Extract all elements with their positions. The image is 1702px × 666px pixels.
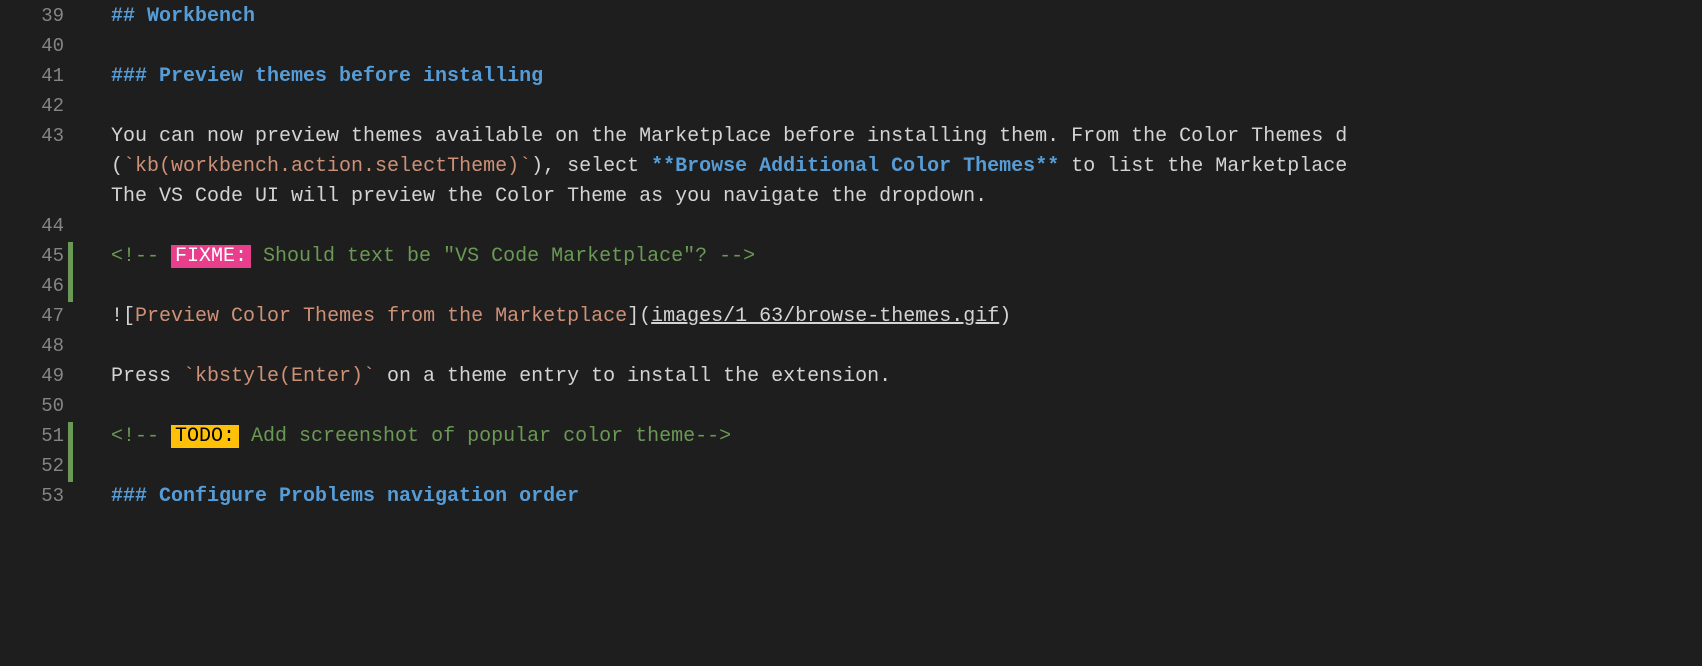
gutter-marker-modified (68, 422, 73, 452)
line-number: 47 (0, 302, 68, 331)
html-comment: <!-- FIXME: Should text be "VS Code Mark… (111, 242, 755, 272)
line-number: 48 (0, 332, 68, 361)
gutter-marker (68, 482, 73, 512)
line-number: 44 (0, 212, 68, 241)
gutter-marker-modified (68, 242, 73, 272)
editor-line[interactable]: 40 (0, 32, 1702, 62)
editor-line[interactable]: 53 ### Configure Problems navigation ord… (0, 482, 1702, 512)
markdown-heading-3: ### Configure Problems navigation order (111, 482, 579, 512)
line-number: 53 (0, 482, 68, 511)
markdown-bold: **Browse Additional Color Themes** (651, 155, 1059, 178)
paragraph-text: You can now preview themes available on … (111, 122, 1347, 152)
line-number: 42 (0, 92, 68, 121)
editor-line[interactable]: 48 (0, 332, 1702, 362)
editor-line[interactable]: 51 <!-- TODO: Add screenshot of popular … (0, 422, 1702, 452)
gutter-marker (68, 2, 73, 32)
editor-line[interactable]: 46 (0, 272, 1702, 302)
paragraph-text: (`kb(workbench.action.selectTheme)`), se… (111, 152, 1347, 182)
gutter-marker (68, 152, 73, 182)
code-editor[interactable]: 39 ## Workbench 40 41 ### Preview themes… (0, 0, 1702, 512)
inline-code: `kb(workbench.action.selectTheme)` (123, 155, 531, 178)
line-number: 40 (0, 32, 68, 61)
gutter-marker (68, 362, 73, 392)
gutter-marker (68, 62, 73, 92)
editor-line[interactable]: 49 Press `kbstyle(Enter)` on a theme ent… (0, 362, 1702, 392)
line-number: 49 (0, 362, 68, 391)
gutter-marker (68, 182, 73, 212)
line-number: 46 (0, 272, 68, 301)
editor-line[interactable]: 47 ![Preview Color Themes from the Marke… (0, 302, 1702, 332)
line-number: 41 (0, 62, 68, 91)
line-number: 50 (0, 392, 68, 421)
editor-line[interactable]: 41 ### Preview themes before installing (0, 62, 1702, 92)
editor-line[interactable]: 52 (0, 452, 1702, 482)
gutter-marker-modified (68, 272, 73, 302)
markdown-image: ![Preview Color Themes from the Marketpl… (111, 302, 1011, 332)
gutter-marker (68, 212, 73, 242)
gutter-marker (68, 122, 73, 152)
line-number: 51 (0, 422, 68, 451)
gutter-marker (68, 392, 73, 422)
fixme-tag: FIXME: (171, 245, 251, 268)
editor-line[interactable]: 44 (0, 212, 1702, 242)
editor-line[interactable]: 39 ## Workbench (0, 2, 1702, 32)
editor-line-wrap[interactable]: (`kb(workbench.action.selectTheme)`), se… (0, 152, 1702, 182)
editor-line[interactable]: 45 <!-- FIXME: Should text be "VS Code M… (0, 242, 1702, 272)
html-comment: <!-- TODO: Add screenshot of popular col… (111, 422, 731, 452)
gutter-marker-modified (68, 452, 73, 482)
markdown-heading-2: ## Workbench (111, 2, 255, 32)
gutter-marker (68, 302, 73, 332)
editor-line[interactable]: 42 (0, 92, 1702, 122)
todo-tag: TODO: (171, 425, 239, 448)
gutter-marker (68, 32, 73, 62)
paragraph-text: The VS Code UI will preview the Color Th… (111, 182, 987, 212)
line-number: 43 (0, 122, 68, 151)
gutter-marker (68, 92, 73, 122)
line-number: 52 (0, 452, 68, 481)
editor-line[interactable]: 50 (0, 392, 1702, 422)
image-url: images/1_63/browse-themes.gif (651, 305, 999, 328)
paragraph-text: Press `kbstyle(Enter)` on a theme entry … (111, 362, 891, 392)
line-number: 39 (0, 2, 68, 31)
gutter-marker (68, 332, 73, 362)
editor-line-wrap[interactable]: The VS Code UI will preview the Color Th… (0, 182, 1702, 212)
inline-code: `kbstyle(Enter)` (183, 365, 375, 388)
image-alt-text: Preview Color Themes from the Marketplac… (135, 305, 627, 328)
markdown-heading-3: ### Preview themes before installing (111, 62, 543, 92)
editor-line[interactable]: 43 You can now preview themes available … (0, 122, 1702, 152)
line-number: 45 (0, 242, 68, 271)
